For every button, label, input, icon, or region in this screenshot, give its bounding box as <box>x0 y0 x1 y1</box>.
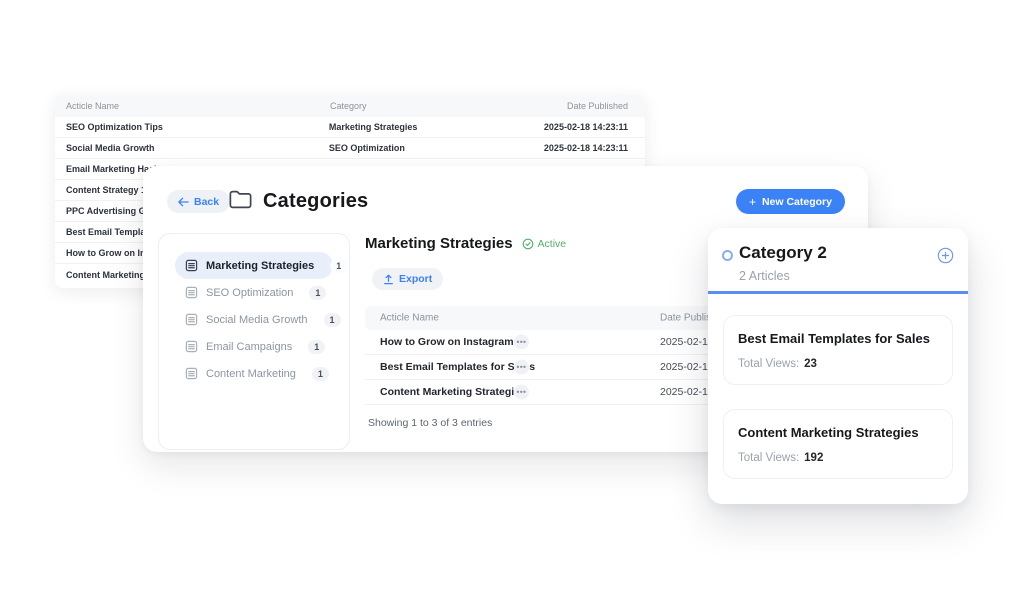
export-button[interactable]: Export <box>372 268 443 290</box>
column-header-article-name: Acticle Name <box>55 101 330 111</box>
category-sidebar: Marketing Strategies 1 SEO Optimization … <box>158 233 350 450</box>
count-badge: 1 <box>324 313 341 327</box>
article-icon <box>185 313 198 326</box>
add-article-button[interactable] <box>937 247 954 269</box>
views-value: 23 <box>804 358 817 370</box>
upload-icon <box>383 274 394 285</box>
back-button[interactable]: Back <box>167 190 230 213</box>
cell-article-name: Best Email Templates for Sales <box>380 361 535 373</box>
views-value: 192 <box>804 452 823 464</box>
article-summary-card: Content Marketing Strategies Total Views… <box>723 409 953 479</box>
category-2-card: Category 2 2 Articles Best Email Templat… <box>708 228 968 504</box>
column-header-article-name: Acticle Name <box>380 313 439 324</box>
category-2-title: Category 2 <box>739 243 827 263</box>
background-table-header: Acticle Name Category Date Published <box>55 95 645 117</box>
plus-icon: + <box>749 196 756 208</box>
row-actions-button[interactable]: ••• <box>514 335 529 350</box>
article-title: Best Email Templates for Sales <box>738 331 930 346</box>
sidebar-item-label: SEO Optimization <box>206 287 293 299</box>
pagination-summary: Showing 1 to 3 of 3 entries <box>368 417 492 429</box>
count-badge: 1 <box>309 286 326 300</box>
row-actions-button[interactable]: ••• <box>514 385 529 400</box>
article-icon <box>185 340 198 353</box>
screen: Acticle Name Category Date Published SEO… <box>0 0 1024 599</box>
row-actions-button[interactable]: ••• <box>514 360 529 375</box>
article-count-label: 2 Articles <box>739 269 790 283</box>
article-views: Total Views: 23 <box>738 358 817 370</box>
views-label: Total Views: <box>738 452 799 464</box>
cell-date: 2025-02-18 14:23:11 <box>544 122 645 132</box>
page-title: Categories <box>263 190 368 213</box>
article-icon <box>185 367 198 380</box>
cell-article-name: SEO Optimization Tips <box>55 122 329 132</box>
status-badge: Active <box>522 238 567 250</box>
new-category-button[interactable]: + New Category <box>736 189 845 214</box>
sidebar-item-content-marketing[interactable]: Content Marketing 1 <box>175 360 333 387</box>
new-category-label: New Category <box>762 196 832 208</box>
sidebar-item-social-media-growth[interactable]: Social Media Growth 1 <box>175 306 333 333</box>
views-label: Total Views: <box>738 358 799 370</box>
back-label: Back <box>194 196 219 208</box>
sidebar-item-label: Email Campaigns <box>206 341 292 353</box>
arrow-left-icon <box>178 197 189 207</box>
column-header-category: Category <box>330 101 546 111</box>
count-badge: 1 <box>308 340 325 354</box>
category-detail-header: Marketing Strategies Active <box>365 235 566 252</box>
table-row: Social Media Growth SEO Optimization 202… <box>55 138 645 159</box>
category-title: Marketing Strategies <box>365 235 513 252</box>
article-summary-card: Best Email Templates for Sales Total Vie… <box>723 315 953 385</box>
count-badge: 1 <box>330 259 347 273</box>
sidebar-item-label: Content Marketing <box>206 368 296 380</box>
cell-article-name: Content Marketing Strategies <box>380 386 526 398</box>
article-icon <box>185 286 198 299</box>
sidebar-item-label: Marketing Strategies <box>206 260 314 272</box>
article-views: Total Views: 192 <box>738 452 823 464</box>
plus-circle-icon <box>937 247 954 264</box>
table-row: SEO Optimization Tips Marketing Strategi… <box>55 117 645 138</box>
sidebar-item-email-campaigns[interactable]: Email Campaigns 1 <box>175 333 333 360</box>
sidebar-item-marketing-strategies[interactable]: Marketing Strategies 1 <box>175 252 333 279</box>
category-bullet-icon <box>722 250 733 261</box>
count-badge: 1 <box>312 367 329 381</box>
sidebar-item-seo-optimization[interactable]: SEO Optimization 1 <box>175 279 333 306</box>
cell-article-name: Social Media Growth <box>55 143 329 153</box>
cell-article-name: How to Grow on Instagram <box>380 336 514 348</box>
check-circle-icon <box>522 238 534 250</box>
folder-icon <box>227 186 254 218</box>
article-title: Content Marketing Strategies <box>738 425 919 440</box>
sidebar-item-label: Social Media Growth <box>206 314 308 326</box>
status-label: Active <box>538 238 567 250</box>
export-label: Export <box>399 273 432 285</box>
divider <box>708 291 968 294</box>
cell-category: SEO Optimization <box>329 143 544 153</box>
cell-category: Marketing Strategies <box>329 122 544 132</box>
cell-date: 2025-02-18 14:23:11 <box>544 143 645 153</box>
article-icon <box>185 259 198 272</box>
column-header-date-published: Date Published <box>546 101 645 111</box>
